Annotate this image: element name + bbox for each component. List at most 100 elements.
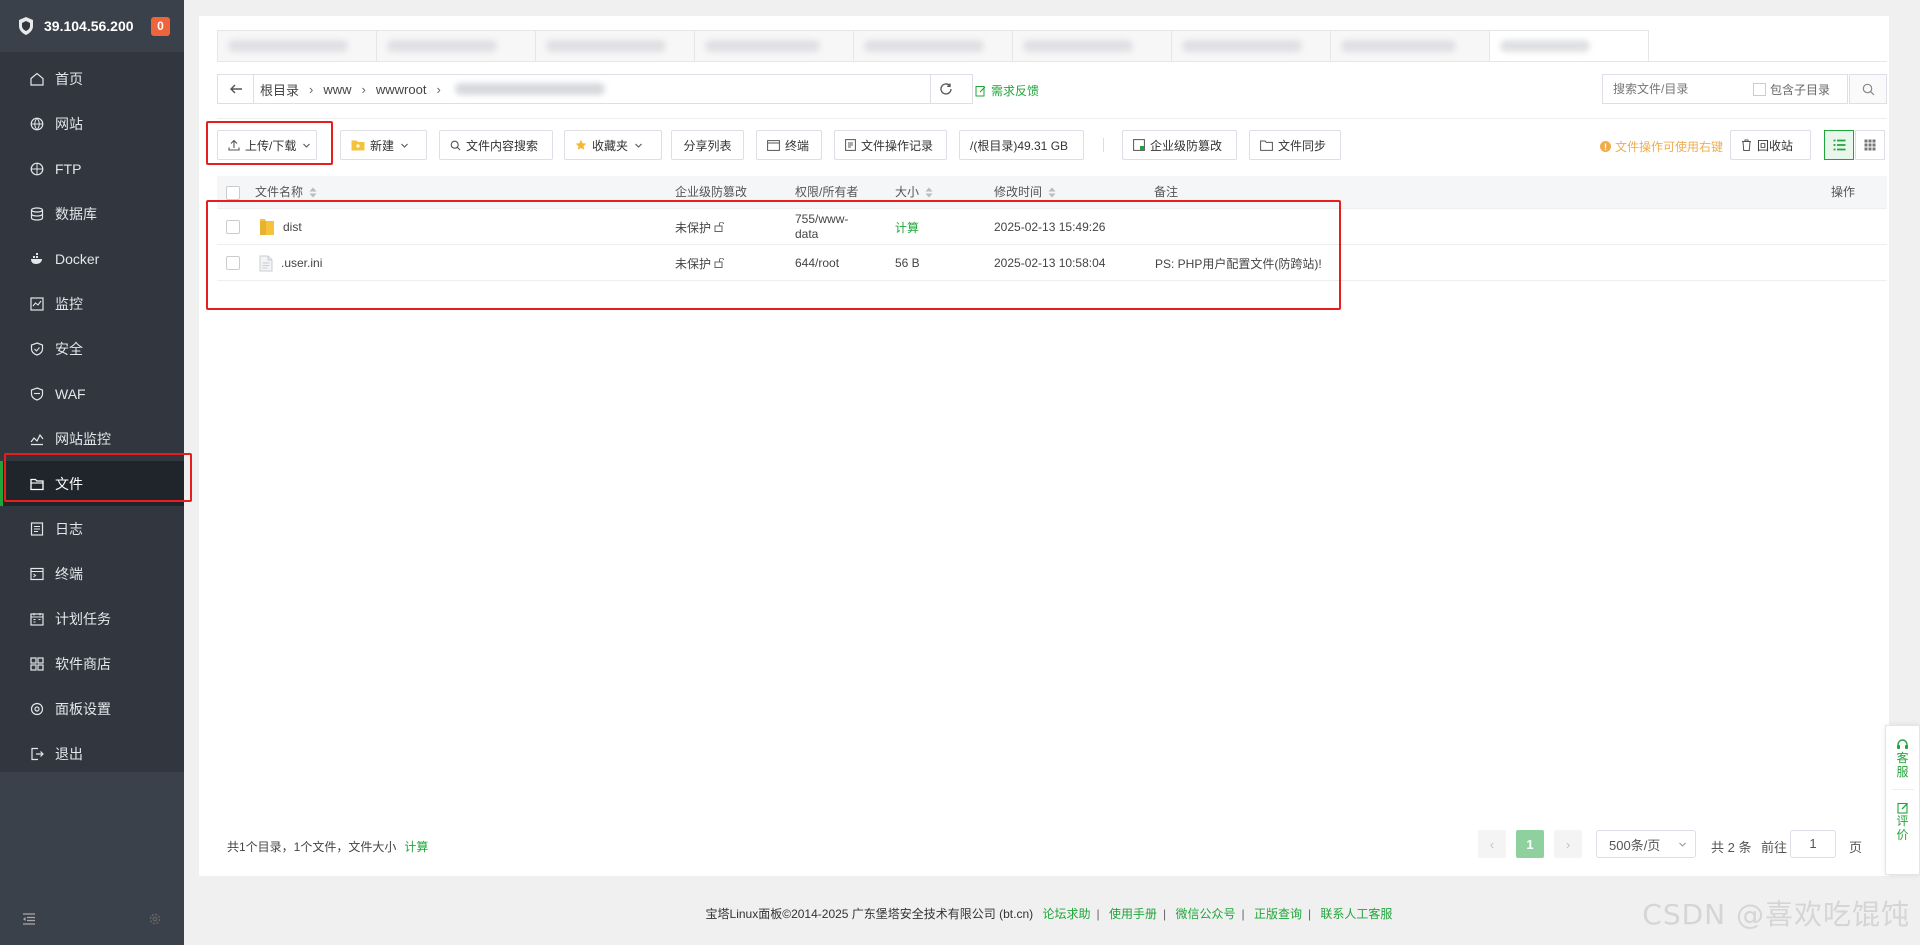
file-tab[interactable] bbox=[853, 30, 1013, 61]
goto-page-input[interactable]: 1 bbox=[1790, 830, 1836, 858]
sidebar-item[interactable]: 安全 bbox=[0, 326, 184, 371]
path-bar[interactable]: 根目录 › www › wwwroot › bbox=[217, 74, 973, 104]
list-view-button[interactable] bbox=[1824, 130, 1854, 160]
terminal-button[interactable]: 终端 bbox=[756, 130, 822, 160]
footer-link-manual[interactable]: 使用手册 bbox=[1109, 907, 1157, 921]
sidebar-item[interactable]: 文件 bbox=[0, 461, 184, 506]
op-log-button[interactable]: 文件操作记录 bbox=[834, 130, 947, 160]
footer-link-wechat[interactable]: 微信公众号 bbox=[1175, 907, 1235, 921]
tamper-icon bbox=[1133, 139, 1145, 151]
col-size[interactable]: 大小 bbox=[895, 176, 933, 209]
notification-badge[interactable]: 0 bbox=[151, 16, 170, 36]
sidebar-footer bbox=[0, 893, 184, 945]
watermark: CSDN @喜欢吃馄饨 bbox=[1642, 898, 1910, 931]
upload-icon bbox=[228, 139, 240, 151]
file-sync-button[interactable]: 文件同步 bbox=[1249, 130, 1341, 160]
file-name-cell[interactable]: .user.ini bbox=[259, 245, 322, 281]
file-tab[interactable] bbox=[535, 30, 695, 61]
search-button[interactable] bbox=[1849, 74, 1887, 104]
content-search-button[interactable]: 文件内容搜索 bbox=[439, 130, 553, 160]
feedback-link[interactable]: 需求反馈 bbox=[975, 82, 1039, 99]
size-cell[interactable]: 计算 bbox=[895, 209, 919, 245]
permission[interactable]: 755/www-data bbox=[795, 212, 865, 242]
recycle-bin-button[interactable]: 回收站 bbox=[1730, 130, 1811, 160]
sidebar-item[interactable]: 面板设置 bbox=[0, 686, 184, 731]
tamper-status: 未保护 bbox=[675, 220, 712, 235]
file-tab[interactable] bbox=[1171, 30, 1331, 61]
back-button[interactable] bbox=[218, 75, 254, 103]
sidebar-item[interactable]: 计划任务 bbox=[0, 596, 184, 641]
file-tab[interactable] bbox=[1330, 30, 1490, 61]
prev-page-button[interactable]: ‹ bbox=[1478, 830, 1506, 858]
star-icon bbox=[575, 139, 587, 150]
page-number-current[interactable]: 1 bbox=[1516, 830, 1544, 858]
tamper-status-cell[interactable]: 未保护 bbox=[675, 245, 725, 281]
permission[interactable]: 644/root bbox=[795, 256, 839, 270]
gear-icon[interactable] bbox=[148, 912, 162, 926]
sidebar-item[interactable]: Docker bbox=[0, 236, 184, 281]
summary-calc-link[interactable]: 计算 bbox=[404, 840, 428, 854]
perm-cell[interactable]: 644/root bbox=[795, 245, 839, 281]
sidebar-item[interactable]: 数据库 bbox=[0, 191, 184, 236]
size-calc-link[interactable]: 计算 bbox=[895, 219, 919, 236]
review-button[interactable]: 评价 bbox=[1897, 790, 1909, 842]
upload-download-button[interactable]: 上传/下载 bbox=[217, 130, 317, 160]
footer-divider: | bbox=[1096, 907, 1100, 921]
disk-button[interactable]: /(根目录)49.31 GB bbox=[959, 130, 1084, 160]
include-subdir-box[interactable] bbox=[1753, 82, 1766, 96]
sidebar-item[interactable]: 终端 bbox=[0, 551, 184, 596]
sidebar-item[interactable]: 网站监控 bbox=[0, 416, 184, 461]
page-size-value: 500条/页 bbox=[1609, 837, 1661, 853]
collapse-menu-icon[interactable] bbox=[22, 912, 36, 926]
next-page-button[interactable]: › bbox=[1554, 830, 1582, 858]
sidebar-item[interactable]: 监控 bbox=[0, 281, 184, 326]
breadcrumb-root[interactable]: 根目录 bbox=[260, 80, 299, 99]
refresh-button[interactable] bbox=[930, 75, 960, 103]
col-mtime[interactable]: 修改时间 bbox=[994, 176, 1056, 209]
sidebar-item[interactable]: FTP bbox=[0, 146, 184, 191]
breadcrumb-www[interactable]: www bbox=[323, 82, 351, 97]
include-subdir-checkbox[interactable]: 包含子目录 bbox=[1753, 81, 1830, 98]
file-name[interactable]: .user.ini bbox=[281, 256, 322, 270]
sidebar-item[interactable]: 网站 bbox=[0, 101, 184, 146]
table-row[interactable]: .user.ini 未保护 644/root 56 B 2025-02-13 1… bbox=[217, 245, 1887, 281]
sidebar-item[interactable]: 退出 bbox=[0, 731, 184, 776]
customer-service-button[interactable]: 客服 bbox=[1896, 726, 1909, 779]
file-tab[interactable] bbox=[694, 30, 854, 61]
share-list-button[interactable]: 分享列表 bbox=[671, 130, 744, 160]
sidebar-item[interactable]: 日志 bbox=[0, 506, 184, 551]
tamper-proof-button[interactable]: 企业级防篡改 bbox=[1122, 130, 1237, 160]
file-name-cell[interactable]: dist bbox=[259, 209, 302, 245]
file-tab[interactable] bbox=[217, 30, 377, 61]
favorites-button[interactable]: 收藏夹 bbox=[564, 130, 662, 160]
file-tab-active[interactable] bbox=[1489, 30, 1649, 61]
list-icon bbox=[1833, 139, 1845, 151]
remark[interactable]: PS: PHP用户配置文件(防跨站)! bbox=[1155, 255, 1322, 272]
new-button[interactable]: 新建 bbox=[340, 130, 427, 160]
footer-link-forum[interactable]: 论坛求助 bbox=[1042, 907, 1090, 921]
server-ip[interactable]: 39.104.56.200 bbox=[44, 18, 151, 34]
sidebar-item[interactable]: WAF bbox=[0, 371, 184, 416]
sidebar-item[interactable]: 首页 bbox=[0, 56, 184, 101]
table-row[interactable]: dist 未保护 755/www-data 计算 2025-02-13 15:4… bbox=[217, 209, 1887, 245]
footer-link-support[interactable]: 联系人工客服 bbox=[1320, 907, 1392, 921]
file-name[interactable]: dist bbox=[283, 220, 302, 234]
database-icon bbox=[30, 206, 44, 221]
remark-cell[interactable]: PS: PHP用户配置文件(防跨站)! bbox=[1155, 245, 1322, 281]
search-input[interactable] bbox=[1603, 76, 1753, 102]
sidebar-item-label: 软件商店 bbox=[55, 655, 111, 672]
page-size-select[interactable]: 500条/页 bbox=[1596, 830, 1696, 858]
footer-link-license[interactable]: 正版查询 bbox=[1254, 907, 1302, 921]
row-checkbox[interactable] bbox=[226, 220, 240, 234]
tamper-status-cell[interactable]: 未保护 bbox=[675, 209, 725, 245]
sidebar-item[interactable]: 软件商店 bbox=[0, 641, 184, 686]
col-name[interactable]: 文件名称 bbox=[255, 176, 317, 209]
perm-cell[interactable]: 755/www-data bbox=[795, 209, 865, 245]
file-tab[interactable] bbox=[1012, 30, 1172, 61]
file-tab[interactable] bbox=[376, 30, 536, 61]
grid-view-button[interactable] bbox=[1855, 130, 1885, 160]
select-all-checkbox[interactable] bbox=[226, 185, 240, 200]
row-checkbox[interactable] bbox=[226, 256, 240, 270]
breadcrumb-wwwroot[interactable]: wwwroot bbox=[376, 82, 427, 97]
file-table-header: 文件名称 企业级防篡改 权限/所有者 大小 修改时间 备注 操作 bbox=[217, 176, 1887, 209]
